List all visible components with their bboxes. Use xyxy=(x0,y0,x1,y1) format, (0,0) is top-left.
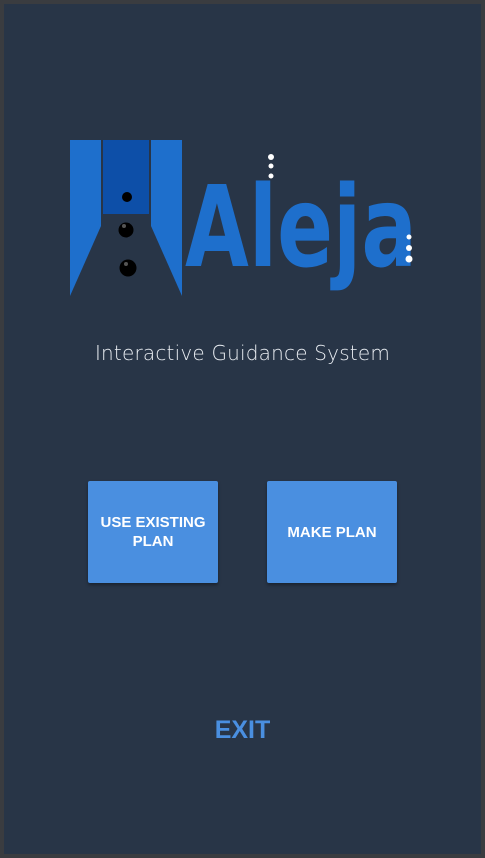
exit-button[interactable]: EXIT xyxy=(4,716,481,745)
use-existing-plan-label: USE EXISTING PLAN xyxy=(100,514,206,550)
aleja-logo: Aleja xyxy=(70,140,417,296)
logo-left-pillar xyxy=(70,140,101,296)
make-plan-label: MAKE PLAN xyxy=(287,523,377,541)
logo-wordmark: Aleja xyxy=(185,163,417,293)
logo-center-block xyxy=(103,140,149,214)
use-existing-plan-button[interactable]: USE EXISTING PLAN xyxy=(88,481,218,583)
app-screen: Aleja Interactive Guidance System USE EX… xyxy=(0,0,485,858)
tagline: Interactive Guidance System xyxy=(94,341,391,365)
make-plan-button[interactable]: MAKE PLAN xyxy=(267,481,397,583)
logo-right-pillar xyxy=(151,140,182,296)
